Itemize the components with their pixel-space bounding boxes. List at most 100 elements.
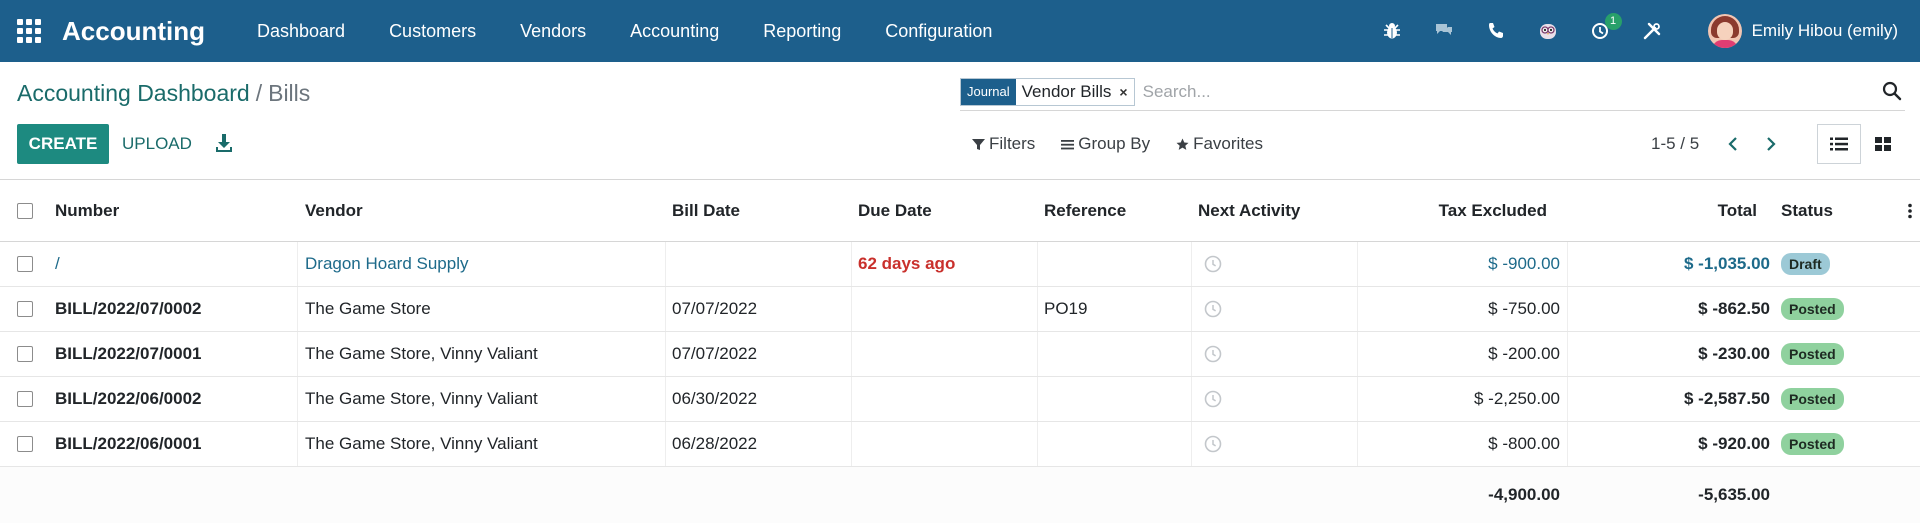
header-next-activity[interactable]: Next Activity bbox=[1198, 180, 1300, 241]
pager-next-button[interactable] bbox=[1757, 130, 1785, 158]
header-reference[interactable]: Reference bbox=[1044, 180, 1126, 241]
user-name: Emily Hibou (emily) bbox=[1751, 21, 1898, 40]
row-checkbox[interactable] bbox=[17, 436, 33, 452]
facet-value: Vendor Bills bbox=[1021, 81, 1112, 101]
bug-icon[interactable] bbox=[1380, 19, 1404, 43]
chevron-right-icon bbox=[1767, 137, 1776, 151]
pager: 1-5 / 5 bbox=[1651, 124, 1785, 164]
create-button[interactable]: CREATE bbox=[17, 124, 109, 164]
search-bar: Journal Vendor Bills × bbox=[960, 77, 1905, 111]
view-switcher bbox=[1817, 124, 1905, 164]
chat-icon[interactable] bbox=[1432, 19, 1456, 43]
breadcrumb-separator: / bbox=[255, 80, 263, 106]
cell-total: $ -230.00 bbox=[1698, 344, 1770, 363]
cell-bill-date: 07/07/2022 bbox=[672, 344, 758, 363]
main-menu: Dashboard Customers Vendors Accounting R… bbox=[235, 21, 1014, 42]
row-checkbox[interactable] bbox=[17, 391, 33, 407]
cell-total: $ -2,587.50 bbox=[1683, 389, 1770, 408]
search-options: Filters Group By Favorites bbox=[972, 124, 1289, 164]
facet-remove-button[interactable]: × bbox=[1117, 84, 1133, 100]
activity-clock-icon[interactable] bbox=[1204, 435, 1222, 453]
header-status[interactable]: Status bbox=[1781, 180, 1833, 241]
kebab-menu-icon bbox=[1908, 203, 1912, 218]
cell-total: $ -1,035.00 bbox=[1683, 254, 1770, 273]
cell-tax-excluded: $ -800.00 bbox=[1488, 434, 1560, 453]
table-row[interactable]: BILL/2022/06/0002 The Game Store, Vinny V… bbox=[0, 377, 1920, 422]
filters-label: Filters bbox=[989, 134, 1036, 153]
search-icon[interactable] bbox=[1881, 80, 1903, 102]
activity-clock-icon[interactable] bbox=[1204, 255, 1222, 273]
cell-total: $ -920.00 bbox=[1698, 434, 1770, 453]
status-badge: Draft bbox=[1781, 253, 1830, 275]
user-menu[interactable]: Emily Hibou (emily) bbox=[1707, 14, 1898, 48]
search-facet: Journal Vendor Bills × bbox=[960, 77, 1135, 106]
download-icon[interactable] bbox=[214, 131, 234, 155]
menu-item-accounting[interactable]: Accounting bbox=[608, 21, 741, 42]
status-badge: Posted bbox=[1781, 343, 1844, 365]
top-navbar: Accounting Dashboard Customers Vendors A… bbox=[0, 0, 1920, 62]
activity-badge: 1 bbox=[1604, 13, 1622, 30]
cell-number: / bbox=[55, 254, 60, 273]
activity-clock-icon[interactable] bbox=[1204, 345, 1222, 363]
header-number[interactable]: Number bbox=[55, 180, 119, 241]
table-row[interactable]: BILL/2022/07/0002 The Game Store 07/07/202… bbox=[0, 287, 1920, 332]
pager-value[interactable]: 1-5 / 5 bbox=[1651, 134, 1699, 154]
cell-vendor: Dragon Hoard Supply bbox=[305, 254, 469, 273]
upload-button[interactable]: UPLOAD bbox=[122, 124, 192, 164]
table-row[interactable]: / Dragon Hoard Supply 62 days ago $ -900.00… bbox=[0, 242, 1920, 287]
systray: 1 Emily Hibou (emily) bbox=[1366, 0, 1920, 62]
status-badge: Posted bbox=[1781, 388, 1844, 410]
kanban-view-button[interactable] bbox=[1861, 124, 1905, 164]
activity-clock-icon[interactable] bbox=[1204, 390, 1222, 408]
star-icon bbox=[1176, 138, 1189, 150]
cell-bill-date: 06/28/2022 bbox=[672, 434, 758, 453]
list-view-button[interactable] bbox=[1817, 124, 1861, 164]
owl-icon[interactable] bbox=[1536, 19, 1560, 43]
optional-columns-toggle[interactable] bbox=[1908, 180, 1912, 241]
select-all-checkbox[interactable] bbox=[17, 202, 33, 219]
cell-tax-excluded: $ -900.00 bbox=[1488, 254, 1560, 273]
cell-total: $ -862.50 bbox=[1698, 299, 1770, 318]
activity-clock-icon[interactable]: 1 bbox=[1588, 13, 1622, 43]
header-vendor[interactable]: Vendor bbox=[305, 180, 363, 241]
tools-icon[interactable] bbox=[1640, 19, 1664, 43]
breadcrumb-parent[interactable]: Accounting Dashboard bbox=[17, 80, 250, 106]
header-tax-excluded[interactable]: Tax Excluded bbox=[1360, 180, 1547, 241]
cell-bill-date: 07/07/2022 bbox=[672, 299, 758, 318]
menu-item-reporting[interactable]: Reporting bbox=[741, 21, 863, 42]
row-checkbox[interactable] bbox=[17, 346, 33, 362]
table-row[interactable]: BILL/2022/07/0001 The Game Store, Vinny V… bbox=[0, 332, 1920, 377]
cell-vendor: The Game Store, Vinny Valiant bbox=[305, 389, 538, 408]
row-checkbox[interactable] bbox=[17, 301, 33, 317]
app-brand[interactable]: Accounting bbox=[62, 16, 205, 47]
kanban-icon bbox=[1875, 137, 1891, 151]
phone-icon[interactable] bbox=[1484, 19, 1508, 43]
cell-number: BILL/2022/07/0002 bbox=[55, 299, 202, 318]
header-due-date[interactable]: Due Date bbox=[858, 180, 932, 241]
cell-number: BILL/2022/06/0002 bbox=[55, 389, 202, 408]
cell-bill-date: 06/30/2022 bbox=[672, 389, 758, 408]
activity-clock-icon[interactable] bbox=[1204, 300, 1222, 318]
menu-item-configuration[interactable]: Configuration bbox=[863, 21, 1014, 42]
bars-icon bbox=[1061, 139, 1075, 149]
breadcrumb: Accounting Dashboard / Bills bbox=[17, 80, 310, 107]
header-total[interactable]: Total bbox=[1570, 180, 1757, 241]
row-checkbox[interactable] bbox=[17, 256, 33, 272]
table-row[interactable]: BILL/2022/06/0001 The Game Store, Vinny V… bbox=[0, 422, 1920, 467]
list-icon bbox=[1830, 137, 1848, 151]
filters-toggle[interactable]: Filters bbox=[972, 134, 1035, 154]
pager-previous-button[interactable] bbox=[1719, 130, 1747, 158]
search-input[interactable] bbox=[1142, 81, 1905, 102]
bills-table: Number Vendor Bill Date Due Date Referen… bbox=[0, 180, 1920, 523]
favorites-toggle[interactable]: Favorites bbox=[1176, 134, 1263, 154]
menu-item-vendors[interactable]: Vendors bbox=[498, 21, 608, 42]
table-header: Number Vendor Bill Date Due Date Referen… bbox=[0, 180, 1920, 242]
apps-menu-icon[interactable] bbox=[16, 18, 42, 44]
menu-item-customers[interactable]: Customers bbox=[367, 21, 498, 42]
avatar bbox=[1707, 14, 1742, 48]
menu-item-dashboard[interactable]: Dashboard bbox=[235, 21, 367, 42]
header-bill-date[interactable]: Bill Date bbox=[672, 180, 740, 241]
group-by-toggle[interactable]: Group By bbox=[1061, 134, 1150, 154]
favorites-label: Favorites bbox=[1193, 134, 1264, 153]
filter-icon bbox=[972, 138, 985, 150]
